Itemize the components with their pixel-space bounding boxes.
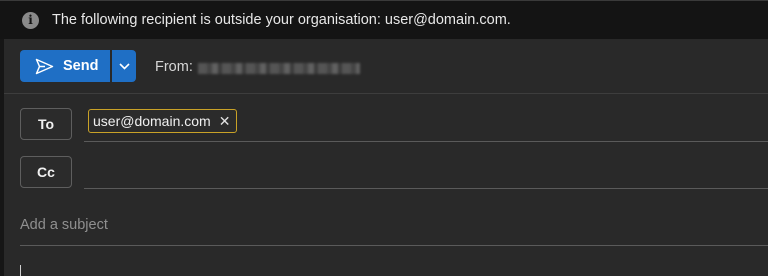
from-address-redacted[interactable] xyxy=(198,63,360,74)
send-label: Send xyxy=(63,58,99,74)
recipient-address: user@domain.com xyxy=(93,113,211,129)
external-recipient-infobar: i The following recipient is outside you… xyxy=(0,1,768,39)
from-label: From: xyxy=(155,59,193,75)
to-button[interactable]: To xyxy=(20,108,72,140)
cc-button[interactable]: Cc xyxy=(20,156,72,188)
send-options-button[interactable] xyxy=(112,50,136,82)
infobar-message: The following recipient is outside your … xyxy=(52,12,511,28)
body-text-cursor[interactable] xyxy=(20,265,21,276)
compose-pane: Send From: To user@domain.com ✕ Cc Add a… xyxy=(4,39,768,276)
chevron-down-icon xyxy=(118,62,130,70)
send-icon xyxy=(35,58,54,74)
subject-input[interactable]: Add a subject xyxy=(20,215,768,246)
recipient-chip[interactable]: user@domain.com ✕ xyxy=(88,109,238,133)
cc-input-underline[interactable] xyxy=(84,188,768,189)
info-icon: i xyxy=(22,11,39,29)
compose-toolbar: Send From: xyxy=(4,39,768,94)
send-button[interactable]: Send xyxy=(20,50,110,82)
to-input-underline[interactable] xyxy=(84,141,768,142)
close-icon[interactable]: ✕ xyxy=(219,113,231,130)
